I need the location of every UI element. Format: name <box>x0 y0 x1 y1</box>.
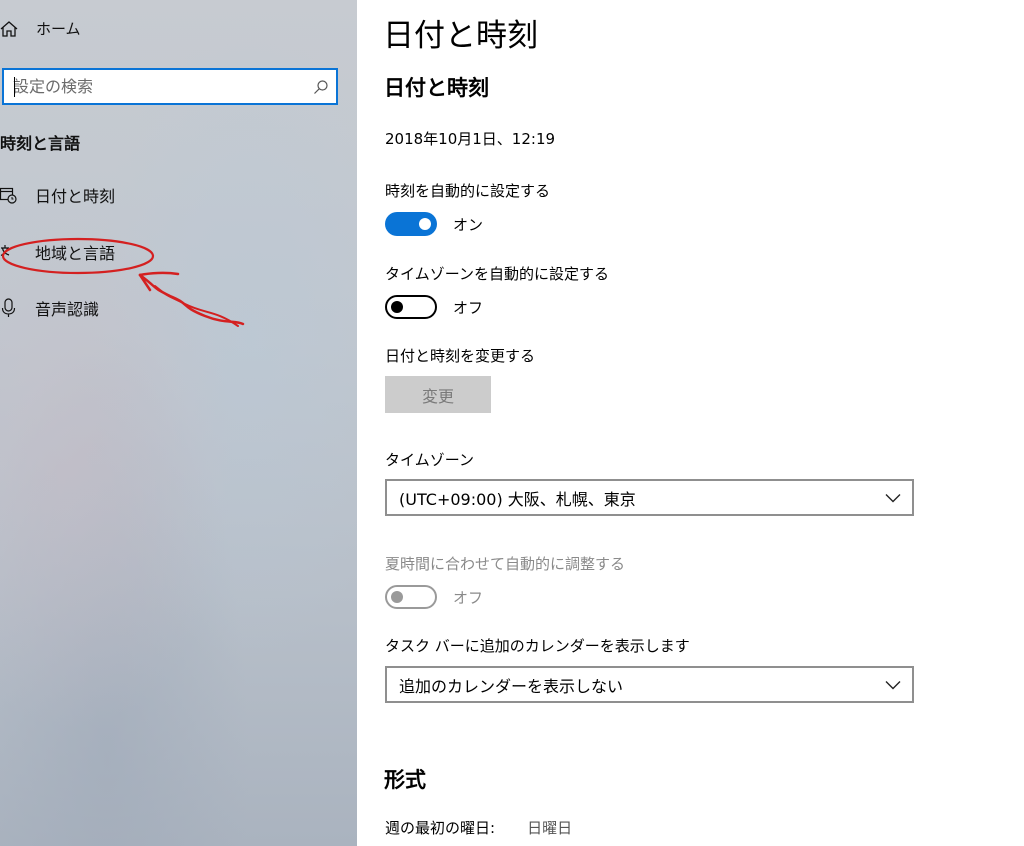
dst-toggle-row: オフ <box>385 585 483 609</box>
auto-time-toggle-row[interactable]: オン <box>385 212 483 236</box>
text-cursor <box>14 77 15 97</box>
toggle-knob <box>391 301 403 313</box>
sidebar-section-title: 時刻と言語 <box>0 134 81 153</box>
change-button[interactable]: 変更 <box>385 376 491 413</box>
home-icon <box>0 20 22 38</box>
taskbar-calendar-dropdown[interactable]: 追加のカレンダーを表示しない <box>385 666 914 703</box>
auto-timezone-label: タイムゾーンを自動的に設定する <box>385 265 609 283</box>
timezone-label: タイムゾーン <box>385 451 474 469</box>
sidebar-item-label: 日付と時刻 <box>35 187 116 206</box>
sidebar-item-speech[interactable]: 音声認識 <box>0 296 99 320</box>
auto-time-toggle[interactable] <box>385 212 437 236</box>
region-language-icon <box>0 243 22 261</box>
first-day-label: 週の最初の曜日: <box>385 819 496 837</box>
section-title: 日付と時刻 <box>384 76 489 100</box>
auto-timezone-toggle[interactable] <box>385 295 437 319</box>
microphone-icon <box>0 298 22 318</box>
main-panel: 日付と時刻 日付と時刻 2018年10月1日、12:19 時刻を自動的に設定する… <box>357 0 1024 846</box>
format-section-title: 形式 <box>384 768 426 792</box>
chevron-down-icon <box>885 493 901 503</box>
sidebar-item-label: 音声認識 <box>35 300 100 319</box>
toggle-knob <box>391 591 403 603</box>
sidebar: ホーム 時刻と言語 日付と時刻 地域と言語 音声認識 <box>0 0 357 846</box>
change-datetime-label: 日付と時刻を変更する <box>385 347 536 365</box>
toggle-knob <box>419 218 431 230</box>
first-day-value: 日曜日 <box>527 819 573 837</box>
timezone-dropdown[interactable]: (UTC+09:00) 大阪、札幌、東京 <box>385 479 914 516</box>
calendar-clock-icon <box>0 186 22 204</box>
auto-timezone-toggle-row[interactable]: オフ <box>385 295 483 319</box>
page-title: 日付と時刻 <box>383 18 538 54</box>
dst-label: 夏時間に合わせて自動的に調整する <box>385 555 626 573</box>
sidebar-item-date-time[interactable]: 日付と時刻 <box>0 183 115 207</box>
taskbar-calendar-label: タスク バーに追加のカレンダーを表示します <box>385 637 690 655</box>
search-input[interactable] <box>4 70 306 103</box>
dst-toggle <box>385 585 437 609</box>
search-box[interactable] <box>2 68 338 105</box>
sidebar-item-label: 地域と言語 <box>35 244 116 263</box>
home-nav-item[interactable]: ホーム <box>0 18 81 39</box>
auto-time-label: 時刻を自動的に設定する <box>385 182 551 200</box>
sidebar-item-region-language[interactable]: 地域と言語 <box>0 240 115 264</box>
auto-timezone-state: オフ <box>453 298 484 317</box>
current-datetime: 2018年10月1日、12:19 <box>385 130 556 148</box>
auto-time-state: オン <box>453 215 484 234</box>
search-icon[interactable] <box>306 79 336 95</box>
chevron-down-icon <box>885 680 901 690</box>
timezone-value: (UTC+09:00) 大阪、札幌、東京 <box>399 489 636 509</box>
dst-state: オフ <box>453 588 484 607</box>
taskbar-calendar-value: 追加のカレンダーを表示しない <box>399 676 624 696</box>
first-day-of-week-row: 週の最初の曜日: 日曜日 <box>385 817 572 838</box>
home-label: ホーム <box>36 20 81 38</box>
